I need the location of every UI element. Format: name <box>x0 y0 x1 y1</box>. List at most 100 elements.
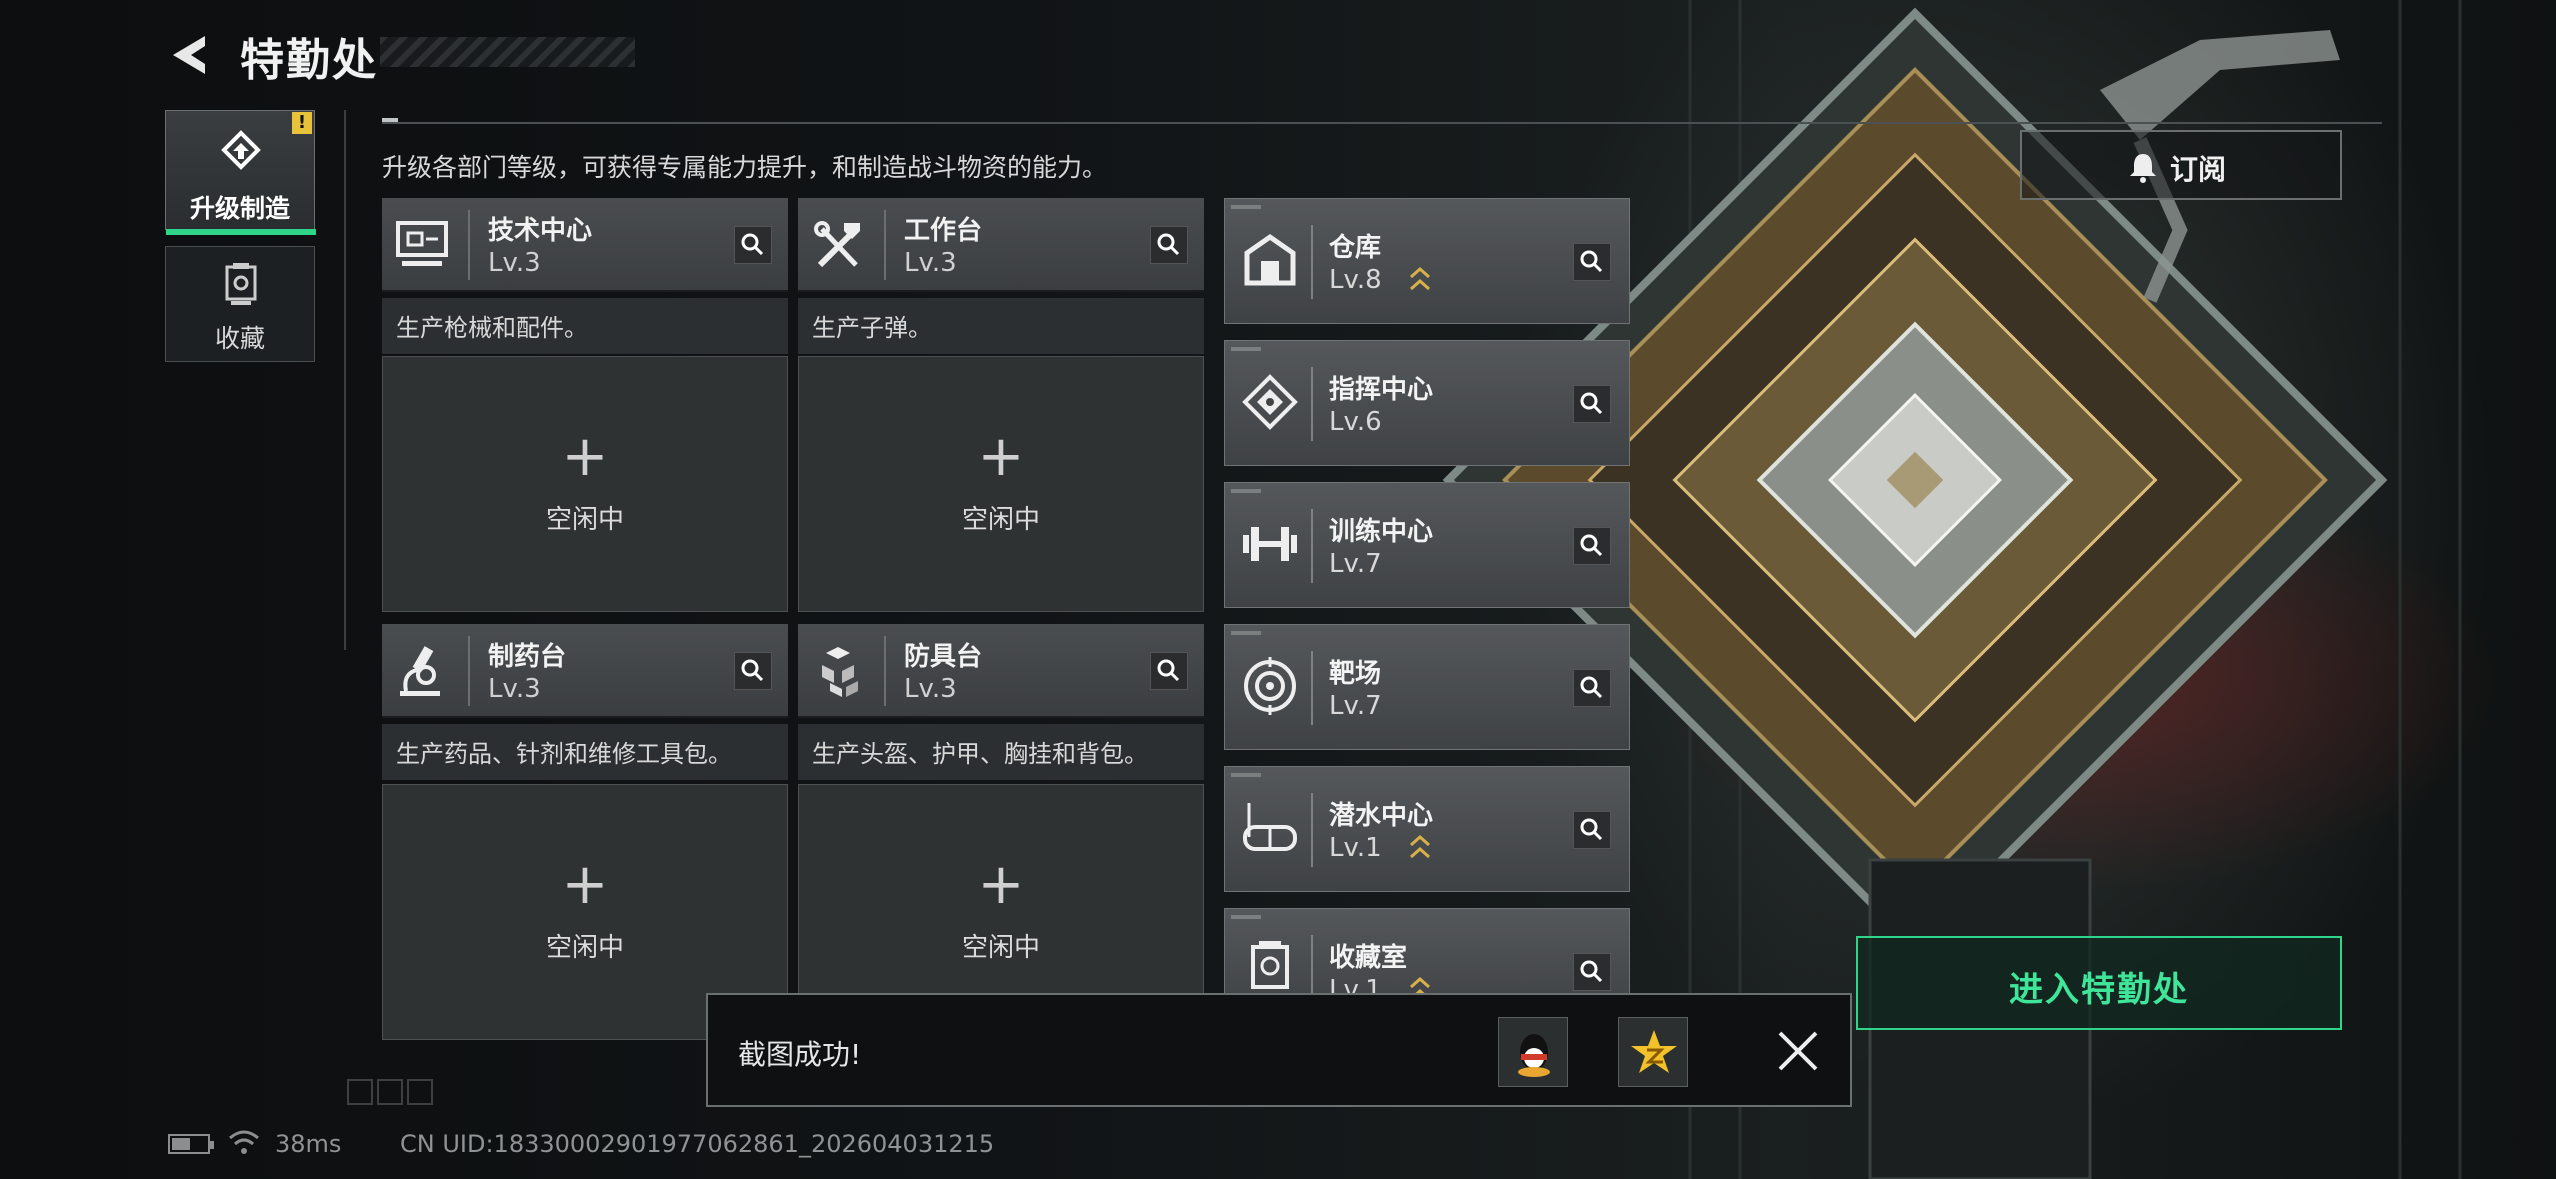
warning-badge: ! <box>292 112 312 134</box>
inspect-button[interactable] <box>1573 669 1611 707</box>
trophy-icon <box>1251 941 1289 989</box>
ping-value: 38ms <box>275 1130 342 1158</box>
facility-name: 潜水中心 <box>1329 801 1434 831</box>
wifi-icon <box>229 1130 259 1154</box>
inspect-button[interactable] <box>1150 226 1188 264</box>
slot-status: 空闲中 <box>545 933 624 963</box>
slot-status: 空闲中 <box>545 505 624 535</box>
qzone-icon <box>1631 1030 1677 1073</box>
facility-level: Lv.8 <box>1329 265 1382 295</box>
enter-special-ops-button[interactable]: 进入特勤处 <box>1856 936 2342 1030</box>
facility-level: Lv.7 <box>1329 549 1382 579</box>
qq-icon <box>1518 1034 1550 1077</box>
target-icon <box>1244 657 1296 715</box>
facility-warehouse[interactable]: 仓库 Lv.8 <box>1224 198 1630 324</box>
share-qzone-button[interactable] <box>1618 1017 1688 1087</box>
separator <box>1311 509 1313 583</box>
microscope-icon <box>400 646 440 696</box>
bell-icon <box>2130 154 2156 183</box>
inspect-button[interactable] <box>1150 652 1188 690</box>
inspect-button[interactable] <box>734 226 772 264</box>
search-icon <box>1580 676 1603 699</box>
search-icon <box>1157 659 1180 682</box>
facility-diving-center[interactable]: 潜水中心 Lv.1 <box>1224 766 1630 892</box>
workshop-description: 生产头盔、护甲、胸挂和背包。 <box>798 724 1204 780</box>
facility-level: Lv.7 <box>1329 691 1382 721</box>
workshop-name: 工作台 <box>904 216 983 246</box>
inspect-button[interactable] <box>734 652 772 690</box>
facility-name: 指挥中心 <box>1329 375 1434 405</box>
facility-command-center[interactable]: 指挥中心 Lv.6 <box>1224 340 1630 466</box>
search-icon <box>741 233 764 256</box>
slot-status: 空闲中 <box>961 933 1040 963</box>
inspect-button[interactable] <box>1573 385 1611 423</box>
facility-training-center[interactable]: 训练中心 Lv.7 <box>1224 482 1630 608</box>
workshop-name: 防具台 <box>904 642 983 672</box>
corner-mark <box>1231 489 1261 493</box>
workshop-description: 生产药品、针剂和维修工具包。 <box>382 724 788 780</box>
screenshot-toast: 截图成功! <box>706 993 1852 1107</box>
enter-button-label: 进入特勤处 <box>2009 970 2189 1010</box>
workshop-header-tech-center[interactable]: 技术中心 Lv.3 <box>382 198 788 292</box>
workshop-description: 生产枪械和配件。 <box>382 298 788 354</box>
workshop-header-workbench[interactable]: 工作台 Lv.3 <box>798 198 1204 292</box>
diving-mask-icon <box>1243 803 1297 851</box>
trophy-icon <box>225 263 257 305</box>
inspect-button[interactable] <box>1573 811 1611 849</box>
divider-tick <box>382 118 398 122</box>
workshop-header-armor-bench[interactable]: 防具台 Lv.3 <box>798 624 1204 718</box>
separator <box>884 210 886 280</box>
production-slot[interactable]: + 空闲中 <box>382 356 788 612</box>
separator <box>468 636 470 706</box>
page-title: 特勤处 <box>240 35 378 86</box>
search-icon <box>1580 250 1603 273</box>
workshop-header-pharmacy[interactable]: 制药台 Lv.3 <box>382 624 788 718</box>
production-slot[interactable]: + 空闲中 <box>798 356 1204 612</box>
workshop-level: Lv.3 <box>488 674 541 704</box>
search-icon <box>1580 818 1603 841</box>
facility-name: 训练中心 <box>1329 517 1434 547</box>
nav-tab-label: 升级制造 <box>189 194 290 223</box>
plus-icon: + <box>977 852 1025 917</box>
plus-icon: + <box>561 852 609 917</box>
plus-icon: + <box>561 424 609 489</box>
upgrade-chevron-icon <box>1410 834 1430 859</box>
nav-tab-collection[interactable]: 收藏 <box>165 246 315 362</box>
inspect-button[interactable] <box>1573 243 1611 281</box>
nav-divider <box>344 110 346 650</box>
separator <box>884 636 886 706</box>
computer-icon <box>396 221 448 266</box>
workshop-level: Lv.3 <box>904 248 957 278</box>
search-icon <box>1580 534 1603 557</box>
nav-tab-label: 收藏 <box>214 324 265 353</box>
page-subtitle: 升级各部门等级，可获得专属能力提升，和制造战斗物资的能力。 <box>382 153 1108 182</box>
workshop-name: 技术中心 <box>488 216 593 246</box>
user-uid: CN UID:1833000290197706286​1_20260403121… <box>400 1130 995 1158</box>
corner-mark <box>1231 347 1261 351</box>
facility-shooting-range[interactable]: 靶场 Lv.7 <box>1224 624 1630 750</box>
corner-mark <box>1231 631 1261 635</box>
separator <box>1311 651 1313 725</box>
facility-name: 收藏室 <box>1329 943 1408 973</box>
back-arrow-icon[interactable] <box>165 30 215 80</box>
decorative-squares <box>347 1079 433 1105</box>
dumbbell-icon <box>1243 527 1297 561</box>
tools-icon <box>814 221 860 268</box>
separator <box>468 210 470 280</box>
close-icon[interactable] <box>1768 1021 1828 1081</box>
search-icon <box>1580 392 1603 415</box>
inspect-button[interactable] <box>1573 953 1611 991</box>
facility-name: 仓库 <box>1329 233 1382 263</box>
corner-mark <box>1231 773 1261 777</box>
subscribe-button[interactable]: 订阅 <box>2020 130 2342 200</box>
search-icon <box>1580 960 1603 983</box>
workshop-level: Lv.3 <box>904 674 957 704</box>
inspect-button[interactable] <box>1573 527 1611 565</box>
share-qq-button[interactable] <box>1498 1017 1568 1087</box>
battery-icon <box>168 1134 214 1154</box>
corner-mark <box>1231 915 1261 919</box>
plus-icon: + <box>977 424 1025 489</box>
corner-mark <box>1231 205 1261 209</box>
facility-name: 靶场 <box>1329 659 1382 689</box>
separator <box>1311 793 1313 867</box>
